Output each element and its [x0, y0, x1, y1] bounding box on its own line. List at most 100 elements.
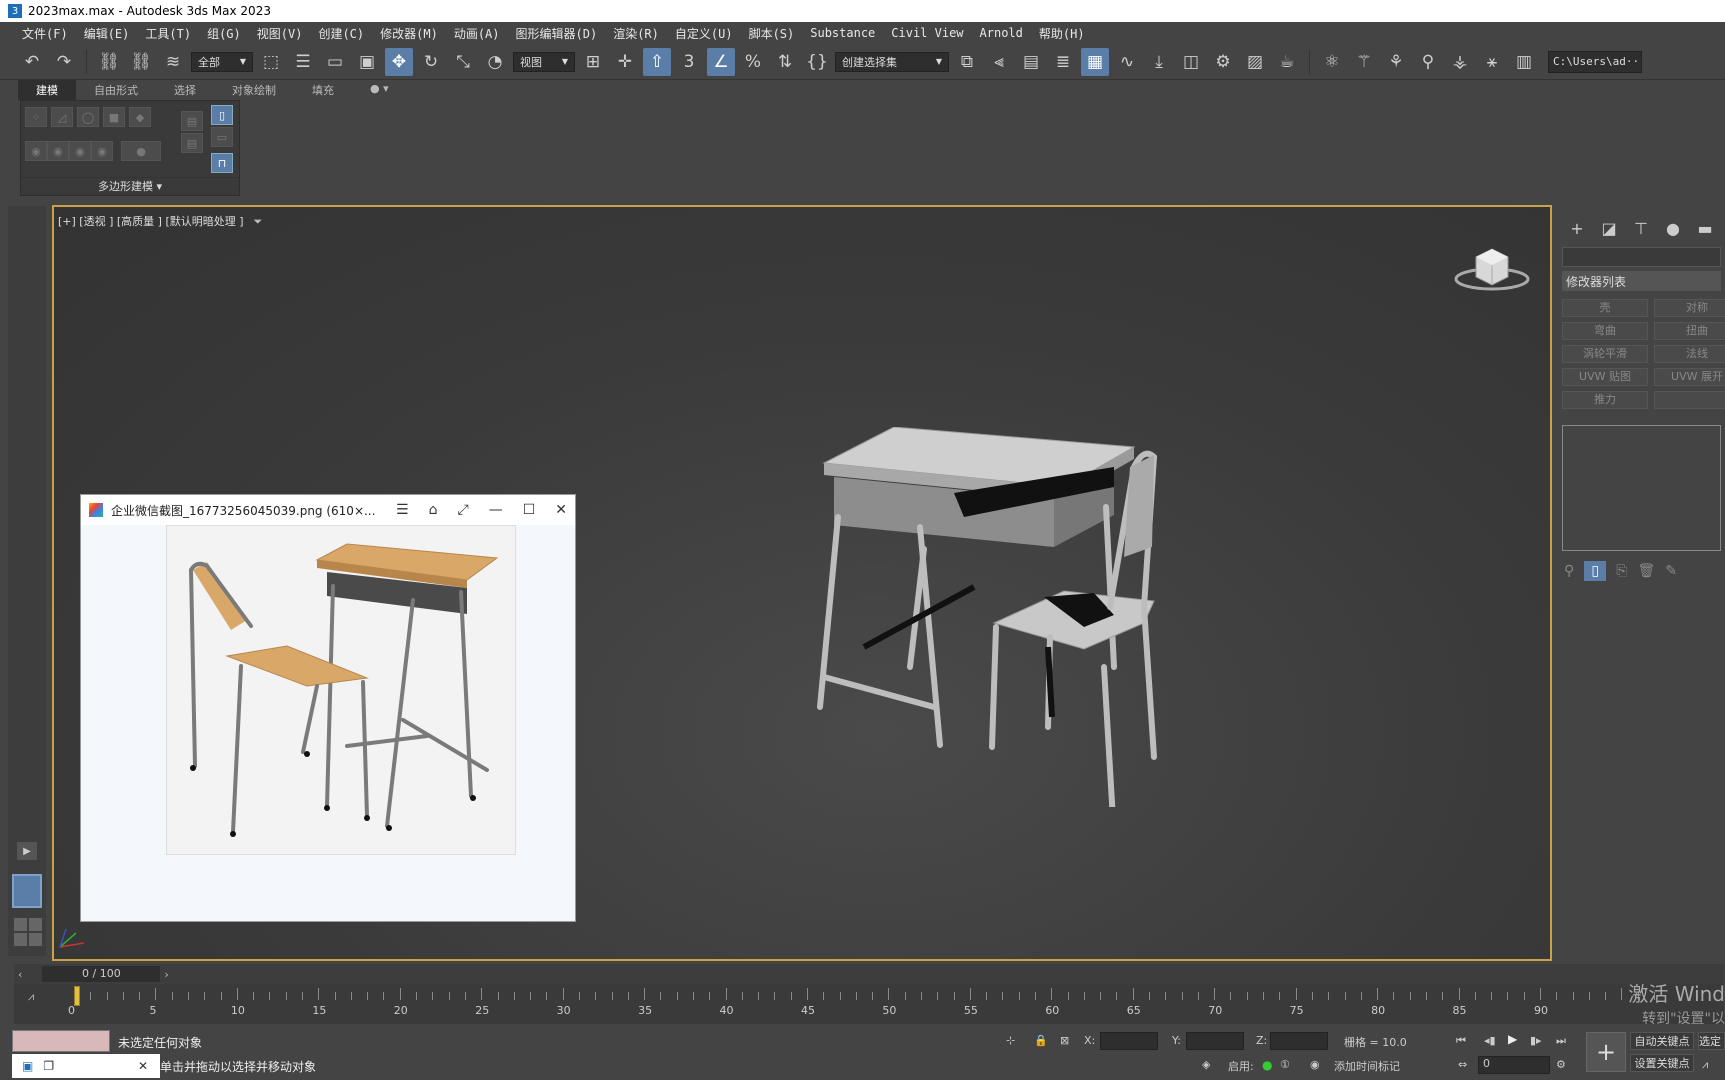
menu-icon[interactable]: ☰: [396, 502, 409, 518]
close-icon[interactable]: ✕: [555, 502, 567, 518]
ribbon-side-4-icon[interactable]: ▭: [211, 127, 233, 147]
menu-modifiers[interactable]: 修改器(M): [378, 25, 452, 42]
render-setup-icon[interactable]: ⚙: [1209, 48, 1237, 76]
ribbon-tool-1-icon[interactable]: ◉: [25, 141, 47, 161]
next-key-icon[interactable]: ▮▸: [1530, 1034, 1542, 1047]
ribbon-side-1-icon[interactable]: ▤: [181, 111, 203, 131]
create-tab-icon[interactable]: +: [1564, 217, 1590, 239]
toggle-scene-explorer-icon[interactable]: ▤: [1017, 48, 1045, 76]
arnold-icon-2[interactable]: ⚚: [1350, 48, 1378, 76]
modifier-button[interactable]: 对称: [1654, 299, 1725, 317]
maxscript-listener[interactable]: [12, 1030, 110, 1052]
edge-icon[interactable]: ◿: [51, 107, 73, 127]
ribbon-tab-freeform[interactable]: 自由形式: [76, 80, 156, 100]
menu-views[interactable]: 视图(V): [255, 25, 317, 42]
toggle-ribbon-icon[interactable]: ▦: [1081, 47, 1109, 76]
scene-desk-chair-render[interactable]: [814, 427, 1294, 807]
frame-counter[interactable]: 0 / 100: [42, 966, 161, 982]
rect-selection-icon[interactable]: ▭: [321, 48, 349, 76]
link-icon[interactable]: ⛓: [95, 48, 123, 76]
pin-stack-icon[interactable]: ⚲: [1564, 563, 1574, 579]
object-name-field[interactable]: [1562, 247, 1721, 267]
menu-customize[interactable]: 自定义(U): [673, 25, 747, 42]
time-tag-icon[interactable]: ◉: [1310, 1058, 1320, 1071]
toggle-layer-explorer-icon[interactable]: ≣: [1049, 48, 1077, 76]
remove-modifier-icon[interactable]: 🗑: [1637, 563, 1655, 579]
modifier-button[interactable]: UVW 贴图: [1562, 368, 1648, 386]
maximize-icon[interactable]: ☐: [523, 502, 536, 518]
arnold-icon-3[interactable]: ⚘: [1382, 48, 1410, 76]
redo-icon[interactable]: ↷: [50, 48, 78, 76]
curve-editor-mini-icon[interactable]: ⩘: [28, 990, 34, 1004]
mirror-icon[interactable]: ⧉: [953, 48, 981, 76]
select-place-icon[interactable]: ◔: [481, 48, 509, 76]
ribbon-tool-2-icon[interactable]: ◉: [47, 141, 69, 161]
single-viewport-icon[interactable]: [12, 874, 42, 908]
set-key-big-button[interactable]: +: [1586, 1032, 1626, 1072]
close-icon[interactable]: ✕: [138, 1059, 148, 1073]
pin-icon[interactable]: ⌂: [429, 502, 438, 518]
select-scale-icon[interactable]: ⤡: [449, 48, 477, 76]
next-frame-icon[interactable]: ›: [164, 968, 168, 981]
isolate-selection-icon[interactable]: ⊹: [1006, 1034, 1015, 1047]
ribbon-side-3-icon[interactable]: ▯: [211, 105, 233, 125]
modifier-stack[interactable]: [1562, 425, 1721, 551]
key-mode-icon[interactable]: ⩘: [1702, 1058, 1708, 1072]
material-editor-icon[interactable]: ◫: [1177, 48, 1205, 76]
menu-create[interactable]: 创建(C): [316, 25, 378, 42]
ribbon-tool-3-icon[interactable]: ◉: [69, 141, 91, 161]
fullscreen-icon[interactable]: ⤢: [458, 502, 469, 518]
select-manipulate-icon[interactable]: ✛: [611, 48, 639, 76]
menu-civil-view[interactable]: Civil View: [889, 26, 977, 40]
select-object-icon[interactable]: ⬚: [257, 48, 285, 76]
image-viewer-window[interactable]: 企业微信截图_16773256045039.png (610×... ☰ ⌂ ⤢…: [80, 494, 576, 922]
y-coordinate-input[interactable]: [1186, 1032, 1244, 1050]
unlink-icon[interactable]: ⛓: [127, 48, 155, 76]
menu-group[interactable]: 组(G): [205, 25, 255, 42]
modifier-list-dropdown[interactable]: 修改器列表: [1562, 271, 1721, 291]
time-slider[interactable]: ‹ 0 / 100 ›: [14, 964, 1724, 984]
modifier-button[interactable]: 扭曲: [1654, 322, 1725, 340]
modifier-button[interactable]: 涡轮平滑: [1562, 345, 1648, 363]
menu-arnold[interactable]: Arnold: [978, 26, 1037, 40]
menu-help[interactable]: 帮助(H): [1037, 25, 1099, 42]
arnold-icon-6[interactable]: ⚹: [1478, 48, 1506, 76]
pivot-center-icon[interactable]: ⊞: [579, 48, 607, 76]
edit-named-selection-icon[interactable]: {}: [803, 48, 831, 76]
modifier-button[interactable]: [1654, 391, 1725, 409]
viewcube[interactable]: [1452, 237, 1532, 297]
ribbon-panel-label[interactable]: 多边形建模 ▾: [21, 177, 239, 195]
go-to-end-icon[interactable]: ⏭: [1556, 1034, 1566, 1048]
x-coordinate-input[interactable]: [1100, 1032, 1158, 1050]
modifier-button[interactable]: 法线: [1654, 345, 1725, 363]
modifier-button[interactable]: 弯曲: [1562, 322, 1648, 340]
viewport-label[interactable]: [+] [透视 ] [高质量 ] [默认明暗处理 ] ⏷: [58, 213, 262, 229]
time-config-icon[interactable]: ⇔: [1458, 1058, 1467, 1071]
ribbon-tab-selection[interactable]: 选择: [156, 80, 214, 100]
make-unique-icon[interactable]: ⎘: [1616, 563, 1627, 579]
menu-graph-editors[interactable]: 图形编辑器(D): [514, 25, 612, 42]
menu-substance[interactable]: Substance: [808, 26, 889, 40]
menu-rendering[interactable]: 渲染(R): [611, 25, 673, 42]
window-crossing-icon[interactable]: ▣: [353, 48, 381, 76]
absolute-mode-icon[interactable]: ⊠: [1060, 1034, 1069, 1047]
ribbon-tab-modeling[interactable]: 建模: [18, 80, 76, 100]
lock-selection-icon[interactable]: 🔒: [1034, 1034, 1048, 1047]
vertex-icon[interactable]: ⁘: [25, 107, 47, 127]
show-end-result-icon[interactable]: ▯: [1584, 561, 1607, 581]
adaptive-degradation-icon[interactable]: ◈: [1202, 1058, 1210, 1071]
play-icon[interactable]: ▶: [1508, 1032, 1517, 1046]
angle-snap-icon[interactable]: ∠: [707, 47, 735, 76]
menu-scripting[interactable]: 脚本(S): [747, 25, 809, 42]
bind-space-warp-icon[interactable]: ≋: [159, 48, 187, 76]
named-selection-dropdown[interactable]: 创建选择集 ▼: [835, 51, 949, 72]
z-coordinate-input[interactable]: [1270, 1032, 1328, 1050]
selection-filter-dropdown[interactable]: 全部 ▼: [191, 51, 253, 72]
filter-icon[interactable]: ⏷: [254, 215, 263, 228]
add-time-tag-label[interactable]: 添加时间标记: [1334, 1058, 1400, 1074]
border-icon[interactable]: ◯: [77, 107, 99, 127]
ribbon-side-5-icon[interactable]: ⊓: [211, 153, 233, 173]
ribbon-options-icon[interactable]: ● ▾: [352, 80, 407, 100]
hierarchy-tab-icon[interactable]: ⊤: [1628, 217, 1654, 239]
project-path[interactable]: C:\Users\ad···ds: [1548, 50, 1642, 73]
